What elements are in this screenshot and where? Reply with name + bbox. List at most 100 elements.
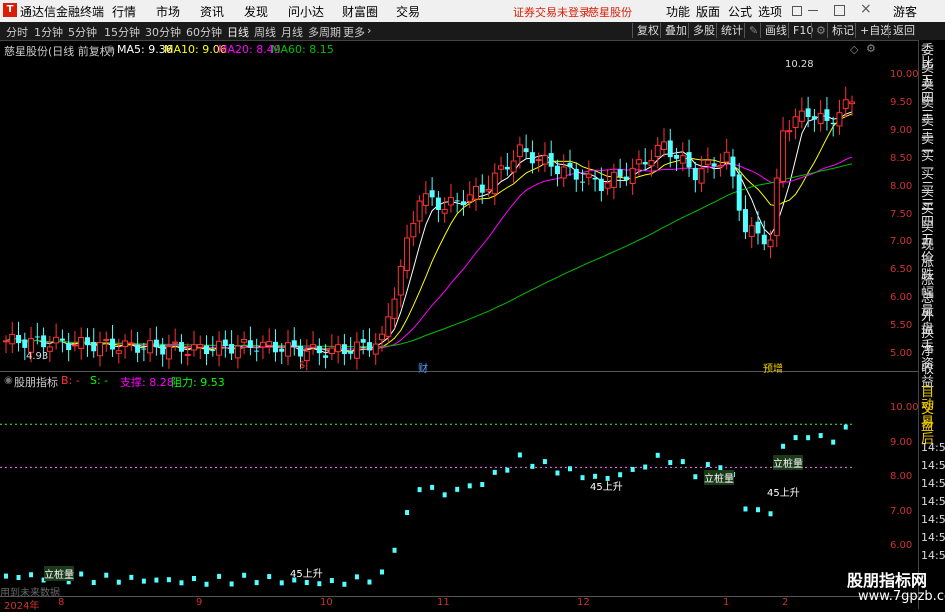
candle-body [372, 343, 379, 355]
indicator-bar [342, 581, 347, 587]
candle-body [335, 344, 342, 353]
candle-body [773, 177, 780, 237]
candle-body [429, 190, 435, 198]
price-axis-tick: 8.00 [890, 180, 913, 192]
candle-body [573, 168, 579, 180]
date-year: 2024年 [4, 601, 40, 612]
candle-body [679, 155, 686, 164]
candle-body [742, 209, 748, 233]
price-axis-tick: 6.00 [890, 292, 913, 304]
candle-body [460, 201, 466, 206]
candle-body [279, 348, 285, 352]
candle-body [811, 116, 817, 120]
indicator-bar [192, 576, 196, 582]
marker-forecast[interactable]: 预增 [763, 360, 783, 375]
annotation-45up: 45上升 [590, 482, 623, 493]
candle-body [629, 167, 636, 184]
indicator-bar [480, 482, 485, 488]
date-dec: 12 [577, 597, 590, 608]
date-sep: 9 [196, 597, 203, 608]
candle-body [454, 200, 460, 202]
candle-body [135, 344, 141, 353]
candle-body [674, 154, 680, 159]
candle-body [623, 176, 629, 180]
indicator-bar [79, 571, 84, 577]
candle-body [16, 334, 22, 344]
date-feb: 2 [782, 597, 789, 608]
candle-body [723, 151, 730, 163]
candle-body [604, 182, 611, 189]
candle-body [535, 159, 542, 162]
indicator-bar [568, 466, 572, 472]
candle-body [285, 342, 291, 357]
indicator-bar [705, 462, 710, 468]
candle-body [416, 200, 423, 222]
candle-body [22, 339, 28, 348]
indicator-axis-tick: 6.00 [890, 540, 913, 551]
candle-body [204, 345, 210, 355]
indicator-bar [467, 483, 472, 489]
marker-finance[interactable]: 财 [418, 360, 428, 375]
candle-body [234, 345, 241, 359]
candle-body [9, 333, 16, 345]
candle-body [755, 221, 761, 234]
candle-body [34, 336, 40, 338]
annotation-lizhuangliang: 立桩量 [44, 566, 74, 581]
indicator-bar [655, 452, 660, 458]
indicator-bar [204, 581, 209, 587]
candle-body [353, 341, 360, 359]
indicator-bar [217, 573, 222, 579]
candle-body [3, 340, 9, 343]
candle-body [786, 130, 793, 133]
candle-body [241, 339, 248, 343]
annotation-lizhuangliang: 立桩量 [773, 455, 803, 470]
candle-body [447, 197, 454, 206]
candle-body [473, 186, 479, 200]
candle-body [560, 166, 567, 179]
candle-body [617, 169, 623, 177]
candle-body [830, 122, 836, 125]
candle-body [736, 174, 742, 211]
candle-body [842, 99, 849, 109]
sidebar-time: 14:56 [921, 495, 945, 508]
indicator-bar [618, 472, 623, 478]
indicator-bar [831, 439, 836, 445]
indicator-bar [806, 435, 811, 441]
candle-body [466, 194, 473, 202]
annotation-45up: 45上升 [767, 488, 800, 499]
candle-body [541, 155, 548, 165]
candle-body [849, 101, 855, 105]
candle-body [385, 316, 392, 337]
candle-body [510, 160, 517, 173]
candle-body [748, 225, 755, 237]
indicator-bar [380, 569, 384, 575]
candle-body [184, 353, 191, 356]
candle-body [91, 342, 97, 352]
candle-body [153, 339, 159, 348]
sidebar-time: 14:56 [921, 477, 945, 490]
indicator-bar [743, 506, 748, 512]
candle-body [397, 265, 404, 296]
indicator-bar [455, 486, 460, 492]
ma-line [5, 113, 853, 352]
candle-body [366, 342, 372, 351]
candle-body [692, 167, 698, 181]
price-axis-tick: 5.50 [890, 320, 913, 332]
marker-dividend[interactable]: $ [299, 360, 305, 371]
candle-body [160, 344, 166, 355]
indicator-bar [580, 475, 585, 481]
high-price-label: 10.28 [785, 59, 814, 70]
candle-body [272, 341, 278, 353]
candle-body [548, 153, 554, 167]
candle-body [84, 337, 90, 346]
candle-body [529, 152, 535, 164]
indicator-bar [304, 580, 309, 586]
kline-chart[interactable] [0, 0, 918, 609]
candle-body [711, 163, 717, 167]
indicator-bar [141, 578, 146, 584]
candle-body [792, 116, 799, 128]
candle-body [66, 343, 72, 351]
indicator-bar [279, 580, 284, 586]
indicator-bar [267, 574, 272, 580]
candle-body [247, 340, 253, 348]
